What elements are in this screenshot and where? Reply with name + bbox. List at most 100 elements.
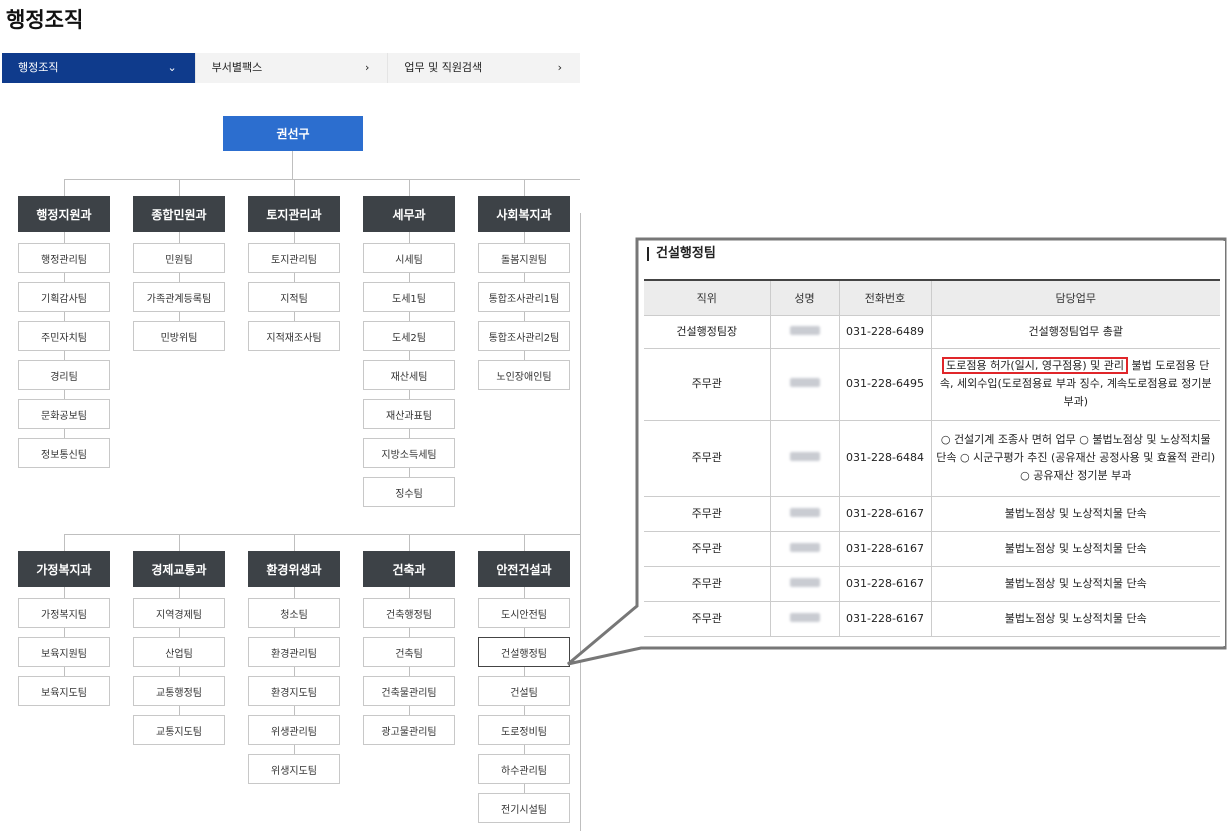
- cell-phone: 031-228-6489: [839, 315, 932, 349]
- cell-duty: 불법노점상 및 노상적치물 단속: [931, 496, 1220, 532]
- team-node[interactable]: 건설팀: [478, 676, 570, 706]
- team-node[interactable]: 정보통신팀: [18, 438, 110, 468]
- dept-node[interactable]: 사회복지과: [478, 196, 570, 232]
- org-root-node[interactable]: 권선구: [223, 116, 363, 151]
- connector-line: [524, 179, 525, 196]
- chevron-right-icon: ›: [557, 61, 563, 74]
- team-node[interactable]: 기획감사팀: [18, 282, 110, 312]
- cell-name: [770, 348, 840, 421]
- cell-position: 주무관: [644, 601, 771, 637]
- team-node[interactable]: 건축행정팀: [363, 598, 455, 628]
- redacted-name: [789, 612, 820, 622]
- team-node[interactable]: 보육지원팀: [18, 637, 110, 667]
- cell-position: 주무관: [644, 496, 771, 532]
- cell-position: 주무관: [644, 566, 771, 602]
- team-node[interactable]: 통합조사관리2팀: [478, 321, 570, 351]
- cell-position: 주무관: [644, 531, 771, 567]
- team-node[interactable]: 가정복지팀: [18, 598, 110, 628]
- team-node[interactable]: 징수팀: [363, 477, 455, 507]
- team-node[interactable]: 위생관리팀: [248, 715, 340, 745]
- dept-node[interactable]: 종합민원과: [133, 196, 225, 232]
- col-header-position: 직위: [644, 279, 771, 316]
- table-row: 주무관 031-228-6167 불법노점상 및 노상적치물 단속: [644, 601, 1220, 637]
- team-node[interactable]: 산업팀: [133, 637, 225, 667]
- dept-node[interactable]: 경제교통과: [133, 551, 225, 587]
- connector-line: [64, 534, 65, 551]
- team-node[interactable]: 보육지도팀: [18, 676, 110, 706]
- dept-node[interactable]: 행정지원과: [18, 196, 110, 232]
- redacted-name: [789, 452, 820, 461]
- team-node[interactable]: 재산세팀: [363, 360, 455, 390]
- team-node[interactable]: 위생지도팀: [248, 754, 340, 784]
- tab-label: 업무 및 직원검색: [404, 61, 483, 74]
- chevron-down-icon: ⌄: [167, 61, 177, 74]
- team-node[interactable]: 청소팀: [248, 598, 340, 628]
- cell-phone: 031-228-6167: [839, 601, 932, 637]
- cell-phone: 031-228-6495: [839, 348, 932, 421]
- cell-duty: 불법노점상 및 노상적치물 단속: [931, 531, 1220, 567]
- redacted-name: [789, 577, 820, 587]
- dept-node[interactable]: 가정복지과: [18, 551, 110, 587]
- redacted-name: [789, 325, 820, 335]
- connector-line: [294, 179, 295, 196]
- cell-position: 주무관: [644, 348, 771, 421]
- team-detail-panel: 건설행정팀 직위 성명 전화번호 담당업무 건설행정팀장 031-228-6489…: [639, 241, 1225, 646]
- connector-line: [292, 151, 293, 179]
- cell-name: [770, 315, 840, 349]
- team-node[interactable]: 시세팀: [363, 243, 455, 273]
- table-header-row: 직위 성명 전화번호 담당업무: [644, 279, 1220, 316]
- team-node[interactable]: 재산과표팀: [363, 399, 455, 429]
- team-node[interactable]: 광고물관리팀: [363, 715, 455, 745]
- team-node[interactable]: 하수관리팀: [478, 754, 570, 784]
- col-header-phone: 전화번호: [839, 279, 932, 316]
- team-node[interactable]: 지적재조사팀: [248, 321, 340, 351]
- dept-node[interactable]: 토지관리과: [248, 196, 340, 232]
- team-node[interactable]: 전기시설팀: [478, 793, 570, 823]
- team-node[interactable]: 경리팀: [18, 360, 110, 390]
- team-node[interactable]: 교통지도팀: [133, 715, 225, 745]
- team-node[interactable]: 민방위팀: [133, 321, 225, 351]
- table-row: 주무관 031-228-6167 불법노점상 및 노상적치물 단속: [644, 566, 1220, 602]
- team-node[interactable]: 건축팀: [363, 637, 455, 667]
- tab-fax[interactable]: 부서별팩스 ›: [194, 53, 388, 83]
- table-row: 건설행정팀장 031-228-6489 건설행정팀업무 총괄: [644, 315, 1220, 349]
- dept-node[interactable]: 건축과: [363, 551, 455, 587]
- connector-line: [294, 534, 295, 551]
- cell-position: 주무관: [644, 420, 771, 497]
- team-node[interactable]: 환경지도팀: [248, 676, 340, 706]
- col-header-name: 성명: [770, 279, 840, 316]
- cell-phone: 031-228-6167: [839, 531, 932, 567]
- team-node[interactable]: 통합조사관리1팀: [478, 282, 570, 312]
- team-node[interactable]: 도세1팀: [363, 282, 455, 312]
- team-node[interactable]: 교통행정팀: [133, 676, 225, 706]
- cell-duty: 건설행정팀업무 총괄: [931, 315, 1220, 349]
- team-node[interactable]: 건설행정팀: [478, 637, 570, 667]
- tab-org[interactable]: 행정조직 ⌄: [2, 53, 195, 83]
- team-node[interactable]: 환경관리팀: [248, 637, 340, 667]
- connector-line: [409, 534, 410, 551]
- redacted-name: [789, 542, 820, 552]
- cell-name: [770, 420, 840, 497]
- team-node[interactable]: 지적팀: [248, 282, 340, 312]
- team-node[interactable]: 건축물관리팀: [363, 676, 455, 706]
- team-node[interactable]: 가족관계등록팀: [133, 282, 225, 312]
- team-node[interactable]: 돌봄지원팀: [478, 243, 570, 273]
- dept-node[interactable]: 환경위생과: [248, 551, 340, 587]
- dept-node[interactable]: 안전건설과: [478, 551, 570, 587]
- team-node[interactable]: 도로정비팀: [478, 715, 570, 745]
- team-node[interactable]: 지역경제팀: [133, 598, 225, 628]
- team-node[interactable]: 문화공보팀: [18, 399, 110, 429]
- chevron-right-icon: ›: [364, 61, 370, 74]
- team-node[interactable]: 지방소득세팀: [363, 438, 455, 468]
- team-node[interactable]: 토지관리팀: [248, 243, 340, 273]
- team-node[interactable]: 주민자치팀: [18, 321, 110, 351]
- tab-bar: 행정조직 ⌄ 부서별팩스 › 업무 및 직원검색 ›: [2, 53, 581, 83]
- team-node[interactable]: 행정관리팀: [18, 243, 110, 273]
- tab-search[interactable]: 업무 및 직원검색 ›: [387, 53, 581, 83]
- team-node[interactable]: 민원팀: [133, 243, 225, 273]
- dept-node[interactable]: 세무과: [363, 196, 455, 232]
- team-node[interactable]: 도세2팀: [363, 321, 455, 351]
- cell-duty: 불법노점상 및 노상적치물 단속: [931, 601, 1220, 637]
- team-node[interactable]: 도시안전팀: [478, 598, 570, 628]
- team-node[interactable]: 노인장애인팀: [478, 360, 570, 390]
